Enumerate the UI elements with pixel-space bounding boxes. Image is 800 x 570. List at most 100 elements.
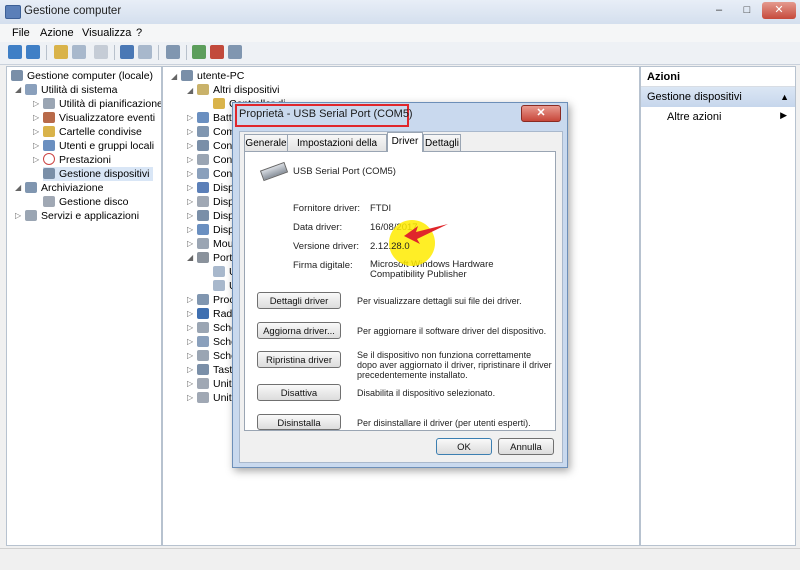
device-category[interactable]: Disp <box>197 223 234 237</box>
expand-arrow-icon[interactable]: ▷ <box>187 155 193 164</box>
expand-arrow-icon[interactable]: ▷ <box>187 309 193 318</box>
menu-file[interactable]: File <box>12 27 30 39</box>
tree-item-archiviazione[interactable]: Archiviazione <box>25 181 103 195</box>
collapse-arrow-icon[interactable]: ◢ <box>187 86 193 95</box>
expand-arrow-icon[interactable]: ▷ <box>33 141 39 150</box>
collapse-arrow-icon[interactable]: ◢ <box>187 253 193 262</box>
uninstall-icon[interactable] <box>210 45 224 59</box>
tree-item-pianificazione[interactable]: Utilità di pianificazione <box>43 97 161 111</box>
tree-item-cartelle[interactable]: Cartelle condivise <box>43 125 142 139</box>
expand-arrow-icon[interactable]: ▷ <box>187 379 193 388</box>
device-tree-root[interactable]: utente-PC <box>181 69 244 83</box>
expand-arrow-icon[interactable]: ▷ <box>187 295 193 304</box>
expand-arrow-icon[interactable]: ▷ <box>187 183 193 192</box>
device-category[interactable]: Mou <box>197 237 233 251</box>
device-category[interactable]: Disp <box>197 181 234 195</box>
forward-icon[interactable] <box>26 45 40 59</box>
ok-button[interactable]: OK <box>436 438 492 455</box>
device-category[interactable]: Proc <box>197 293 235 307</box>
expand-arrow-icon[interactable]: ▷ <box>187 239 193 248</box>
rollback-driver-button[interactable]: Ripristina driver <box>257 351 341 368</box>
menu-visualizza[interactable]: Visualizza <box>82 27 131 39</box>
tree-item-utilita-sistema[interactable]: Utilità di sistema <box>25 83 117 97</box>
disable-button[interactable]: Disattiva <box>257 384 341 401</box>
uninstall-button[interactable]: Disinstalla <box>257 414 341 430</box>
altre-azioni-item[interactable]: Altre azioni <box>667 109 721 125</box>
device-category[interactable]: Sche <box>197 349 237 363</box>
collapse-arrow-icon[interactable]: ◢ <box>15 183 21 192</box>
tab-impostazioni-porta[interactable]: Impostazioni della porta <box>287 134 387 166</box>
device-category[interactable]: Sche <box>197 335 237 349</box>
expand-arrow-icon[interactable]: ▷ <box>187 393 193 402</box>
show-hide-tree-icon[interactable] <box>72 45 86 59</box>
device-category-icon <box>197 154 209 165</box>
device-category-icon <box>197 224 209 235</box>
minimize-button[interactable]: – <box>706 2 732 19</box>
expand-arrow-icon[interactable]: ▷ <box>187 127 193 136</box>
expand-arrow-icon[interactable]: ▷ <box>33 127 39 136</box>
tree-item-servizi[interactable]: Servizi e applicazioni <box>25 209 139 223</box>
help-icon[interactable] <box>120 45 134 59</box>
expand-arrow-icon[interactable]: ▷ <box>33 99 39 108</box>
device-category[interactable]: Radi <box>197 307 235 321</box>
view-icon[interactable] <box>138 45 152 59</box>
expand-arrow-icon[interactable]: ▷ <box>187 141 193 150</box>
tab-generale[interactable]: Generale <box>244 134 288 151</box>
device-category[interactable]: Disp <box>197 195 234 209</box>
expand-arrow-icon[interactable]: ▷ <box>187 365 193 374</box>
expand-arrow-icon[interactable]: ▷ <box>187 197 193 206</box>
scan-hardware-icon[interactable] <box>166 45 180 59</box>
device-category[interactable]: Cont <box>197 153 235 167</box>
uninstall-desc: Per disinstallare il driver (per utenti … <box>357 418 531 428</box>
expand-arrow-icon[interactable]: ▷ <box>187 351 193 360</box>
expand-arrow-icon[interactable]: ▷ <box>15 211 21 220</box>
tab-dettagli[interactable]: Dettagli <box>423 134 461 151</box>
tree-item-prestazioni[interactable]: Prestazioni <box>43 153 111 167</box>
maximize-button[interactable]: □ <box>734 2 760 19</box>
collapse-arrow-icon[interactable]: ◢ <box>15 85 21 94</box>
actions-section-gestione-dispositivi[interactable]: Gestione dispositivi ▲ <box>641 87 795 107</box>
device-category[interactable]: Tasti <box>197 363 235 377</box>
submenu-arrow-icon[interactable]: ▶ <box>780 110 787 121</box>
device-category[interactable]: Com <box>197 125 235 139</box>
close-button[interactable]: ✕ <box>762 2 796 19</box>
digital-signature-label: Firma digitale: <box>293 260 353 271</box>
device-category[interactable]: Altri dispositivi <box>197 83 280 97</box>
properties-icon[interactable] <box>94 45 108 59</box>
tree-item-gestione-disco[interactable]: Gestione disco <box>43 195 128 209</box>
disable-icon[interactable] <box>228 45 242 59</box>
update-driver-button[interactable]: Aggiorna driver... <box>257 322 341 339</box>
expand-arrow-icon[interactable]: ▷ <box>187 211 193 220</box>
tree-item-root[interactable]: Gestione computer (locale) <box>11 69 153 83</box>
toolbar-separator <box>186 45 187 60</box>
expand-arrow-icon[interactable]: ▷ <box>187 323 193 332</box>
expand-arrow-icon[interactable]: ▷ <box>33 155 39 164</box>
properties-dialog: Proprietà - USB Serial Port (COM5) ✕ Gen… <box>232 102 568 468</box>
collapse-up-icon[interactable]: ▲ <box>780 87 789 107</box>
collapse-arrow-icon[interactable]: ◢ <box>171 72 177 81</box>
driver-details-button[interactable]: Dettagli driver <box>257 292 341 309</box>
device-category[interactable]: Disp <box>197 209 234 223</box>
tree-item-gestione-dispositivi[interactable]: Gestione dispositivi <box>43 167 154 181</box>
up-folder-icon[interactable] <box>54 45 68 59</box>
menu-azione[interactable]: Azione <box>40 27 74 39</box>
dialog-close-button[interactable]: ✕ <box>521 105 561 122</box>
tree-item-eventi[interactable]: Visualizzatore eventi <box>43 111 155 125</box>
expand-arrow-icon[interactable]: ▷ <box>187 113 193 122</box>
back-icon[interactable] <box>8 45 22 59</box>
device-category[interactable]: Cont <box>197 139 235 153</box>
device-category[interactable]: Cont <box>197 167 235 181</box>
device-category[interactable]: Sche <box>197 321 237 335</box>
toolbar-separator <box>46 45 47 60</box>
console-tree: Gestione computer (locale) ◢ Utilità di … <box>6 66 162 546</box>
expand-arrow-icon[interactable]: ▷ <box>187 169 193 178</box>
expand-arrow-icon[interactable]: ▷ <box>187 225 193 234</box>
update-driver-icon[interactable] <box>192 45 206 59</box>
tab-driver[interactable]: Driver <box>387 132 423 152</box>
tree-item-utenti[interactable]: Utenti e gruppi locali <box>43 139 154 153</box>
menu-help[interactable]: ? <box>136 27 142 39</box>
cancel-button[interactable]: Annulla <box>498 438 554 455</box>
device-category-icon <box>197 210 209 221</box>
expand-arrow-icon[interactable]: ▷ <box>187 337 193 346</box>
expand-arrow-icon[interactable]: ▷ <box>33 113 39 122</box>
